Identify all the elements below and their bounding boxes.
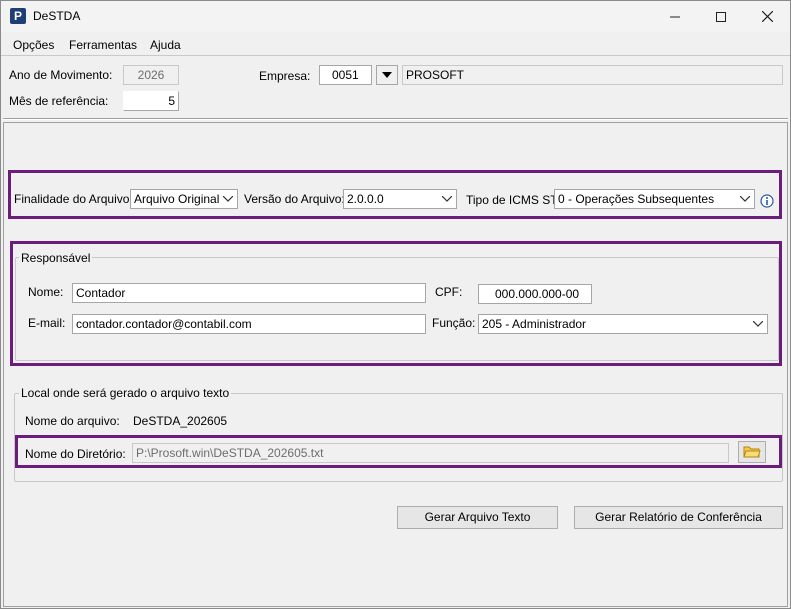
funcao-label: Função: bbox=[432, 316, 476, 330]
close-icon bbox=[761, 11, 773, 22]
local-title: Local onde será gerado o arquivo texto bbox=[19, 386, 232, 400]
empresa-label: Empresa: bbox=[259, 69, 311, 83]
cpf-field[interactable]: 000.000.000-00 bbox=[478, 284, 592, 304]
window-title: DeSTDA bbox=[33, 9, 81, 23]
finalidade-select[interactable]: Arquivo Original bbox=[130, 189, 238, 209]
finalidade-value: Arquivo Original bbox=[134, 192, 220, 206]
nome-arquivo-label: Nome do arquivo: bbox=[25, 414, 120, 428]
gerar-arquivo-texto-button[interactable]: Gerar Arquivo Texto bbox=[397, 506, 558, 529]
info-icon[interactable] bbox=[759, 192, 775, 210]
responsavel-groupbox bbox=[15, 257, 779, 361]
ano-label: Ano de Movimento: bbox=[9, 68, 113, 82]
icms-select[interactable]: 0 - Operações Subsequentes bbox=[554, 189, 755, 209]
funcao-select[interactable]: 205 - Administrador bbox=[478, 314, 768, 334]
empresa-code-field[interactable]: 0051 bbox=[319, 65, 372, 85]
menu-opcoes[interactable]: Opções bbox=[13, 38, 54, 52]
triangle-down-icon bbox=[382, 72, 392, 78]
menu-ferramentas[interactable]: Ferramentas bbox=[69, 38, 137, 52]
email-field[interactable]: contador.contador@contabil.com bbox=[72, 314, 426, 334]
app-window: P DeSTDA Opções Ferramentas Ajuda Ano de… bbox=[0, 0, 791, 609]
responsavel-title: Responsável bbox=[19, 251, 93, 265]
diretorio-field[interactable]: P:\Prosoft.win\DeSTDA_202605.txt bbox=[132, 443, 729, 463]
app-logo-icon: P bbox=[10, 8, 26, 24]
empresa-dropdown-button[interactable] bbox=[376, 65, 398, 85]
versao-label: Versão do Arquivo: bbox=[244, 192, 345, 206]
menu-bar: Opções Ferramentas Ajuda bbox=[1, 34, 790, 56]
mes-field[interactable]: 5 bbox=[123, 91, 179, 111]
minimize-button[interactable] bbox=[652, 1, 698, 32]
icms-value: 0 - Operações Subsequentes bbox=[558, 192, 715, 206]
nome-arquivo-value: DeSTDA_202605 bbox=[133, 414, 228, 428]
cpf-label: CPF: bbox=[435, 285, 463, 299]
gerar-relatorio-button[interactable]: Gerar Relatório de Conferência bbox=[574, 506, 783, 529]
folder-icon bbox=[743, 446, 761, 458]
title-bar: P DeSTDA bbox=[1, 1, 790, 32]
maximize-button[interactable] bbox=[698, 1, 744, 32]
mes-label: Mês de referência: bbox=[9, 94, 109, 108]
nome-label: Nome: bbox=[28, 285, 64, 299]
header-divider bbox=[3, 118, 788, 120]
minimize-icon bbox=[670, 16, 680, 17]
ano-field[interactable]: 2026 bbox=[123, 65, 179, 85]
icms-label: Tipo de ICMS ST: bbox=[466, 193, 560, 207]
close-button[interactable] bbox=[744, 1, 790, 32]
nome-field[interactable]: Contador bbox=[72, 283, 426, 303]
maximize-icon bbox=[716, 11, 726, 22]
menu-ajuda[interactable]: Ajuda bbox=[150, 38, 181, 52]
versao-select[interactable]: 2.0.0.0 bbox=[343, 189, 457, 209]
funcao-value: 205 - Administrador bbox=[482, 317, 587, 331]
finalidade-label: Finalidade do Arquivo: bbox=[14, 192, 133, 206]
chevron-down-icon bbox=[737, 191, 753, 207]
empresa-name-field: PROSOFT bbox=[402, 65, 783, 85]
chevron-down-icon bbox=[220, 191, 236, 207]
diretorio-label: Nome do Diretório: bbox=[25, 447, 126, 461]
chevron-down-icon bbox=[439, 191, 455, 207]
versao-value: 2.0.0.0 bbox=[347, 192, 384, 206]
browse-folder-button[interactable] bbox=[738, 441, 766, 463]
chevron-down-icon bbox=[750, 316, 766, 332]
email-label: E-mail: bbox=[28, 316, 66, 330]
